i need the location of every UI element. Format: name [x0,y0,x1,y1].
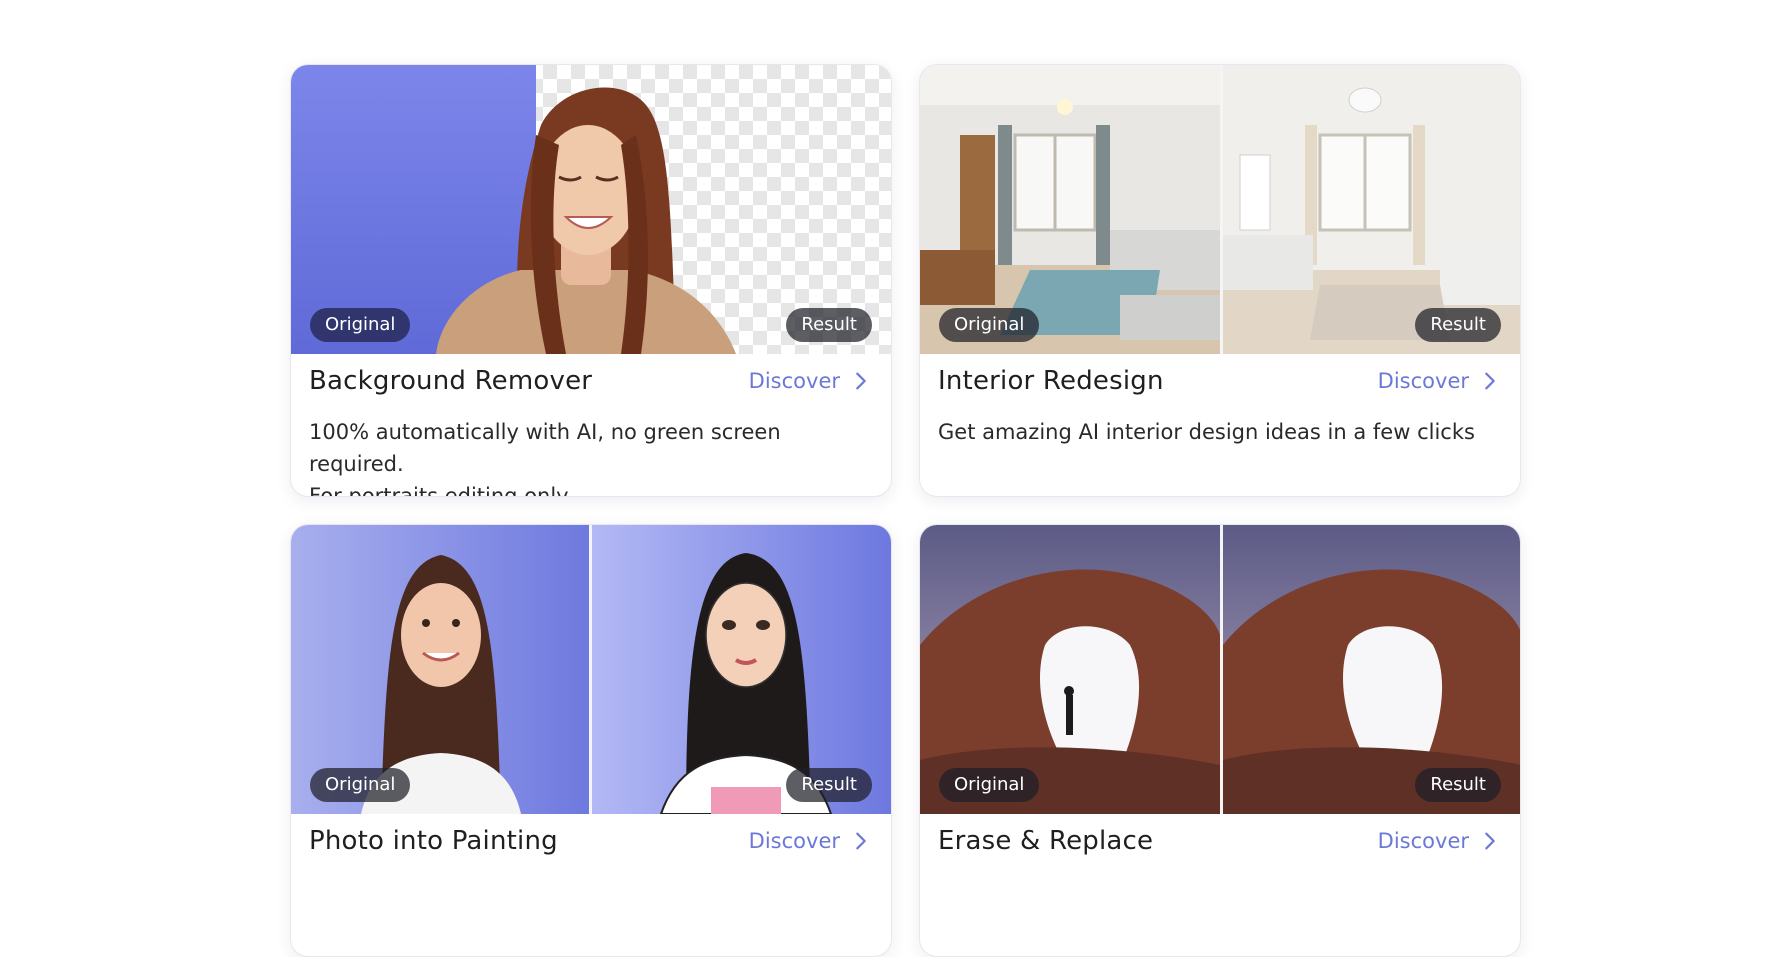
chevron-right-icon [856,372,866,390]
card-header: Background Remover Discover [291,354,891,408]
badge-result: Result [786,308,872,342]
badge-result: Result [1415,768,1501,802]
card-title: Background Remover [309,366,593,396]
discover-link[interactable]: Discover [1378,829,1501,853]
feature-card-erase-replace[interactable]: Original Result Erase & Replace Discover [919,524,1521,957]
feature-card-background-remover[interactable]: Original Result Background Remover Disco… [290,64,892,497]
card-header: Interior Redesign Discover [920,354,1520,408]
card-description: 100% automatically with AI, no green scr… [309,420,781,497]
card-description [291,868,891,876]
badge-original: Original [310,768,411,802]
discover-link[interactable]: Discover [1378,369,1501,393]
discover-label: Discover [1377,369,1469,393]
before-after-preview: Original Result [920,65,1520,354]
badge-result: Result [1415,308,1501,342]
discover-link[interactable]: Discover [749,829,872,853]
card-title: Erase & Replace [938,826,1154,856]
card-title: Interior Redesign [938,366,1164,396]
badge-result: Result [786,768,872,802]
card-title: Photo into Painting [309,826,558,856]
badge-original: Original [939,308,1040,342]
chevron-right-icon [1485,372,1495,390]
feature-grid: Original Result Background Remover Disco… [290,64,1522,957]
chevron-right-icon [856,832,866,850]
chevron-right-icon [1485,832,1495,850]
discover-label: Discover [748,829,840,853]
discover-label: Discover [1377,829,1469,853]
card-header: Photo into Painting Discover [291,814,891,868]
badge-original: Original [939,768,1040,802]
before-after-preview: Original Result [291,525,891,814]
card-description [920,868,1520,876]
feature-card-interior-redesign[interactable]: Original Result Interior Redesign Discov… [919,64,1521,497]
before-after-preview: Original Result [291,65,891,354]
badge-original: Original [310,308,411,342]
card-description: Get amazing AI interior design ideas in … [938,420,1475,444]
discover-label: Discover [748,369,840,393]
before-after-preview: Original Result [920,525,1520,814]
feature-card-photo-into-painting[interactable]: Original Result Photo into Painting Disc… [290,524,892,957]
discover-link[interactable]: Discover [749,369,872,393]
card-header: Erase & Replace Discover [920,814,1520,868]
